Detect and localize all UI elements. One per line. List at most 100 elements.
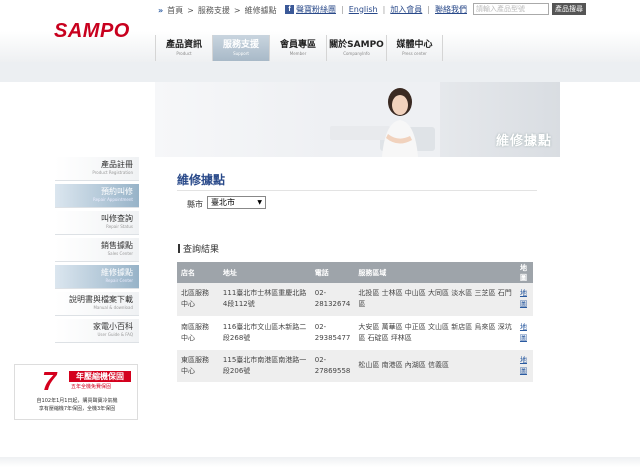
sidebar-item-user-guide[interactable]: 家電小百科 User Guide & FAQ — [55, 319, 139, 343]
nav-about[interactable]: 關於SAMPO CompanyInfo — [326, 35, 386, 61]
banner-title: 維修據點 — [495, 134, 552, 149]
col-header-address: 地址 — [218, 262, 311, 283]
warranty-promo-banner[interactable]: 7 年壓縮機保固 五年全機免費保固 自102年1月1日起，購買聲寶冷氣機 享有壓… — [14, 364, 138, 420]
sidebar-item-label: 產品註冊 — [101, 160, 133, 169]
col-header-map: 地圖 — [515, 262, 533, 283]
separator: | — [341, 4, 344, 14]
nav-sublabel: Product — [176, 51, 192, 56]
cell-area: 大安區 萬華區 中正區 文山區 新店區 烏來區 深坑區 石碇區 坪林區 — [354, 316, 516, 350]
facebook-icon[interactable]: f — [285, 4, 294, 14]
divider — [177, 190, 537, 191]
cell-phone: 02-29385477 — [310, 316, 355, 350]
banner-photo — [330, 82, 440, 157]
nav-label: 會員專區 — [279, 40, 316, 50]
cell-area: 松山區 南港區 內湖區 信義區 — [354, 349, 516, 383]
nav-sublabel: Press center — [402, 51, 427, 56]
nav-label: 產品資訊 — [165, 40, 202, 50]
sidebar-item-sublabel: Product Registration — [92, 170, 133, 175]
nav-label: 媒體中心 — [396, 40, 433, 50]
table-row: 南區服務中心 116臺北市文山區木新路二段268號 02-29385477 大安… — [177, 316, 533, 350]
cell-name: 北區服務中心 — [177, 283, 219, 317]
table-row: 北區服務中心 111臺北市士林區重慶北路4段112號 02-28132674 北… — [177, 283, 533, 317]
main-content: 維修據點 縣市 臺北市 ▼ 查詢結果 店名 地址 電話 服務區域 地圖 北區服務… — [155, 157, 560, 457]
breadcrumb-sep: > — [187, 6, 194, 15]
sidebar: 產品註冊 Product Registration 預約叫修 Repair Ap… — [55, 157, 139, 346]
breadcrumb-bar — [0, 62, 640, 82]
sidebar-item-label: 叫修查詢 — [101, 214, 133, 223]
cell-name: 東區服務中心 — [177, 349, 219, 383]
sidebar-item-sublabel: Manual & download — [93, 305, 133, 310]
result-heading: 查詢結果 — [178, 242, 219, 255]
product-search-button[interactable]: 產品搜尋 — [552, 3, 586, 15]
nav-press[interactable]: 媒體中心 Press center — [386, 35, 443, 61]
sidebar-item-repair-appointment[interactable]: 預約叫修 Repair Appointment — [55, 184, 139, 208]
col-header-name: 店名 — [177, 262, 219, 283]
sidebar-item-sublabel: User Guide & FAQ — [97, 332, 133, 337]
nav-support[interactable]: 服務支援 Support — [212, 35, 269, 61]
sampo-logo[interactable]: SAMPO — [54, 20, 130, 43]
caret-down-icon: ▼ — [257, 199, 262, 206]
nav-label: 服務支援 — [222, 40, 259, 50]
sidebar-item-product-registration[interactable]: 產品註冊 Product Registration — [55, 157, 139, 181]
breadcrumb-section[interactable]: 服務支援 — [198, 5, 230, 16]
cell-address: 116臺北市文山區木新路二段268號 — [218, 316, 311, 350]
product-search-input[interactable]: 請輸入產品型號 — [473, 3, 549, 15]
sidebar-item-sublabel: Repair Center — [105, 278, 133, 283]
promo-subtitle: 五年全機免費保固 — [71, 384, 112, 390]
english-link[interactable]: English — [349, 5, 378, 14]
sidebar-item-label: 銷售據點 — [101, 241, 133, 250]
footer-divider — [0, 457, 640, 467]
cell-address: 111臺北市士林區重慶北路4段112號 — [218, 283, 311, 317]
page-banner: 維修據點 — [155, 82, 560, 157]
join-member-link[interactable]: 加入會員 — [390, 4, 422, 15]
promo-number: 7 — [42, 366, 57, 396]
map-link[interactable]: 地圖 — [520, 289, 527, 308]
county-select-value: 臺北市 — [211, 198, 235, 207]
sidebar-item-sublabel: Repair Status — [106, 224, 133, 229]
utility-links: f 聲寶粉絲團 | English | 加入會員 | 聯絡我們 請輸入產品型號 … — [285, 3, 586, 15]
contact-us-link[interactable]: 聯絡我們 — [435, 4, 467, 15]
promo-text: 享有壓縮機7年保固，全機3年保固 — [38, 406, 116, 412]
promo-title: 年壓縮機保固 — [69, 371, 131, 382]
repair-center-table: 店名 地址 電話 服務區域 地圖 北區服務中心 111臺北市士林區重慶北路4段1… — [177, 262, 533, 383]
cell-address: 115臺北市南港區南港路一段206號 — [218, 349, 311, 383]
separator: | — [427, 4, 430, 14]
result-title: 查詢結果 — [183, 245, 220, 255]
double-chevron-icon: » — [158, 6, 164, 15]
table-header-row: 店名 地址 電話 服務區域 地圖 — [177, 262, 533, 283]
breadcrumb: » 首頁 > 服務支援 > 維修據點 — [158, 5, 277, 16]
sidebar-item-repair-center[interactable]: 維修據點 Repair Center — [55, 265, 139, 289]
nav-sublabel: CompanyInfo — [343, 51, 370, 56]
breadcrumb-sep: > — [233, 6, 241, 15]
separator: | — [382, 4, 386, 14]
nav-member[interactable]: 會員專區 Member — [269, 35, 326, 61]
map-link[interactable]: 地圖 — [520, 356, 527, 375]
nav-product[interactable]: 產品資訊 Product — [155, 35, 212, 61]
cell-area: 北投區 士林區 中山區 大同區 淡水區 三芝區 石門區 — [354, 283, 516, 317]
sidebar-item-manual-download[interactable]: 說明書與檔案下載 Manual & download — [55, 292, 139, 316]
heading-marker — [178, 244, 180, 253]
page-title: 維修據點 — [177, 173, 226, 187]
breadcrumb-home[interactable]: 首頁 — [167, 5, 183, 16]
table-row: 東區服務中心 115臺北市南港區南港路一段206號 02-27869558 松山… — [177, 349, 533, 383]
breadcrumb-current: 維修據點 — [244, 6, 277, 15]
cell-map: 地圖 — [515, 349, 533, 383]
map-link[interactable]: 地圖 — [520, 323, 527, 342]
nav-sublabel: Member — [289, 51, 307, 56]
col-header-phone: 電話 — [310, 262, 355, 283]
sidebar-item-label: 預約叫修 — [101, 187, 133, 196]
fan-page-link[interactable]: 聲寶粉絲團 — [296, 4, 336, 15]
sidebar-item-sublabel: Repair Appointment — [92, 197, 133, 202]
sidebar-item-label: 維修據點 — [101, 268, 133, 277]
sidebar-item-repair-status[interactable]: 叫修查詢 Repair Status — [55, 211, 139, 235]
sidebar-item-sales-center[interactable]: 銷售據點 Sales Center — [55, 238, 139, 262]
county-label: 縣市 — [187, 200, 203, 209]
nav-label: 關於SAMPO — [329, 40, 384, 50]
sidebar-item-label: 說明書與檔案下載 — [69, 295, 133, 304]
col-header-area: 服務區域 — [354, 262, 516, 283]
promo-text: 自102年1月1日起，購買聲寶冷氣機 — [36, 398, 118, 404]
cell-phone: 02-28132674 — [310, 283, 355, 317]
nav-sublabel: Support — [233, 51, 249, 56]
county-select[interactable]: 臺北市 ▼ — [207, 196, 266, 209]
sidebar-item-label: 家電小百科 — [93, 322, 133, 331]
